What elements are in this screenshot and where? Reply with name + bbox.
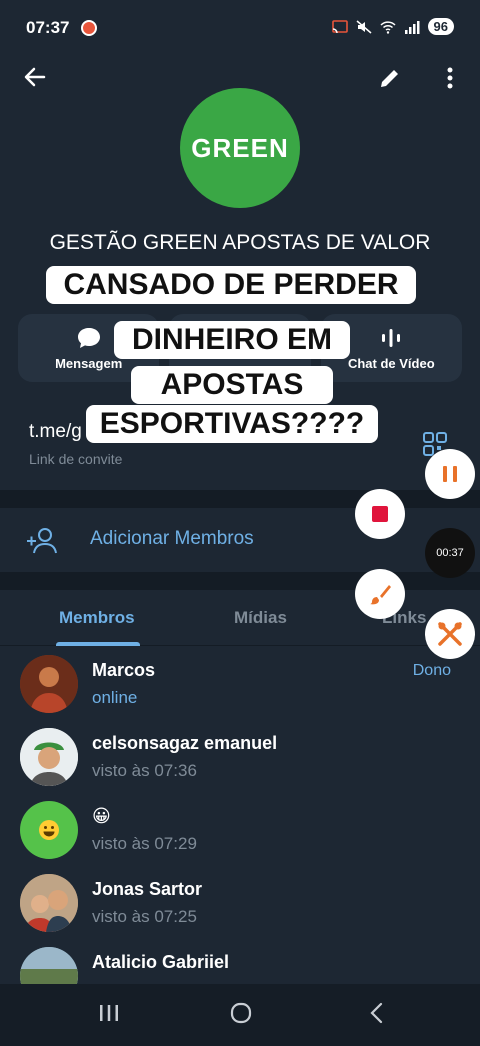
group-avatar[interactable]: GREEN — [180, 88, 300, 208]
voice-chat-icon — [382, 328, 401, 347]
more-menu-icon[interactable] — [446, 66, 454, 90]
invite-link-subtitle: Link de convite — [29, 451, 123, 467]
stop-icon — [372, 506, 388, 522]
add-members-row[interactable]: Adicionar Membros — [0, 510, 480, 570]
member-role: Dono — [412, 662, 451, 679]
invite-link-value[interactable]: t.me/g — [29, 421, 82, 443]
chat-bubble-icon — [77, 327, 100, 348]
member-status: online — [92, 688, 138, 707]
grinning-face-icon — [39, 820, 59, 840]
avatar — [20, 801, 78, 859]
pause-icon — [443, 466, 457, 482]
tools-icon — [438, 622, 462, 646]
member-status: visto às 07:25 — [92, 907, 197, 926]
member-name: Atalicio Gabriiel — [92, 952, 230, 972]
message-label: Mensagem — [55, 355, 123, 371]
signal-icon — [404, 20, 420, 34]
wifi-icon — [380, 20, 396, 34]
avatar — [20, 655, 78, 713]
system-back-icon[interactable] — [368, 1002, 384, 1024]
video-chat-label: Chat de Vídeo — [347, 355, 435, 371]
tab-media[interactable]: Mídias — [234, 608, 287, 628]
member-row[interactable]: 😀 visto às 07:29 — [0, 794, 480, 867]
home-icon[interactable] — [229, 1002, 253, 1024]
avatar — [20, 874, 78, 932]
mute-icon — [356, 19, 372, 34]
section-divider — [0, 490, 480, 508]
overlay-caption-line: ESPORTIVAS???? — [86, 405, 378, 443]
add-members-label: Adicionar Membros — [90, 528, 254, 549]
member-name: Marcos — [92, 660, 156, 680]
section-divider — [0, 572, 480, 590]
tab-members[interactable]: Membros — [59, 608, 135, 628]
avatar — [20, 728, 78, 786]
screen-record-icon — [81, 20, 97, 36]
member-status: visto às 07:36 — [92, 761, 197, 780]
system-nav-bar — [0, 984, 480, 1046]
recent-apps-icon[interactable] — [98, 1002, 120, 1024]
draw-brush-button[interactable] — [355, 569, 405, 619]
avatar-photo-icon — [20, 655, 78, 713]
group-name: GESTÃO GREEN APOSTAS DE VALOR — [49, 231, 431, 254]
brush-icon — [370, 585, 391, 605]
member-name: 😀 — [92, 806, 111, 826]
edit-pencil-icon[interactable] — [378, 66, 402, 90]
member-row[interactable]: celsonsagaz emanuel visto às 07:36 — [0, 721, 480, 794]
overlay-caption-line: APOSTAS — [131, 366, 333, 404]
status-time: 07:37 — [26, 18, 70, 37]
overlay-caption-line: CANSADO DE PERDER — [46, 266, 416, 304]
stop-recording-button[interactable] — [355, 489, 405, 539]
recording-timer: 00:37 — [425, 528, 475, 578]
member-status: visto às 07:29 — [92, 834, 197, 853]
status-bar: 07:37 96 — [0, 0, 480, 56]
back-arrow-icon[interactable] — [22, 64, 48, 90]
member-name: celsonsagaz emanuel — [92, 733, 278, 753]
avatar-photo-icon — [20, 874, 78, 932]
member-name: Jonas Sartor — [92, 879, 203, 899]
recorder-tools-button[interactable] — [425, 609, 475, 659]
overlay-caption-line: DINHEIRO EM — [114, 321, 350, 359]
add-person-icon — [27, 528, 57, 554]
profile-tabs: Membros Mídias Links — [0, 590, 480, 646]
avatar — [20, 947, 78, 984]
member-row[interactable]: Jonas Sartor visto às 07:25 — [0, 867, 480, 940]
member-row[interactable]: Marcos online Dono — [0, 648, 480, 721]
active-tab-indicator — [56, 642, 140, 646]
battery-badge: 96 — [427, 18, 454, 35]
cast-icon — [331, 19, 348, 33]
member-row[interactable]: Atalicio Gabriiel — [0, 940, 480, 984]
status-icons: 96 — [331, 18, 454, 35]
avatar-photo-icon — [20, 947, 78, 984]
avatar-photo-icon — [20, 728, 78, 786]
pause-recording-button[interactable] — [425, 449, 475, 499]
